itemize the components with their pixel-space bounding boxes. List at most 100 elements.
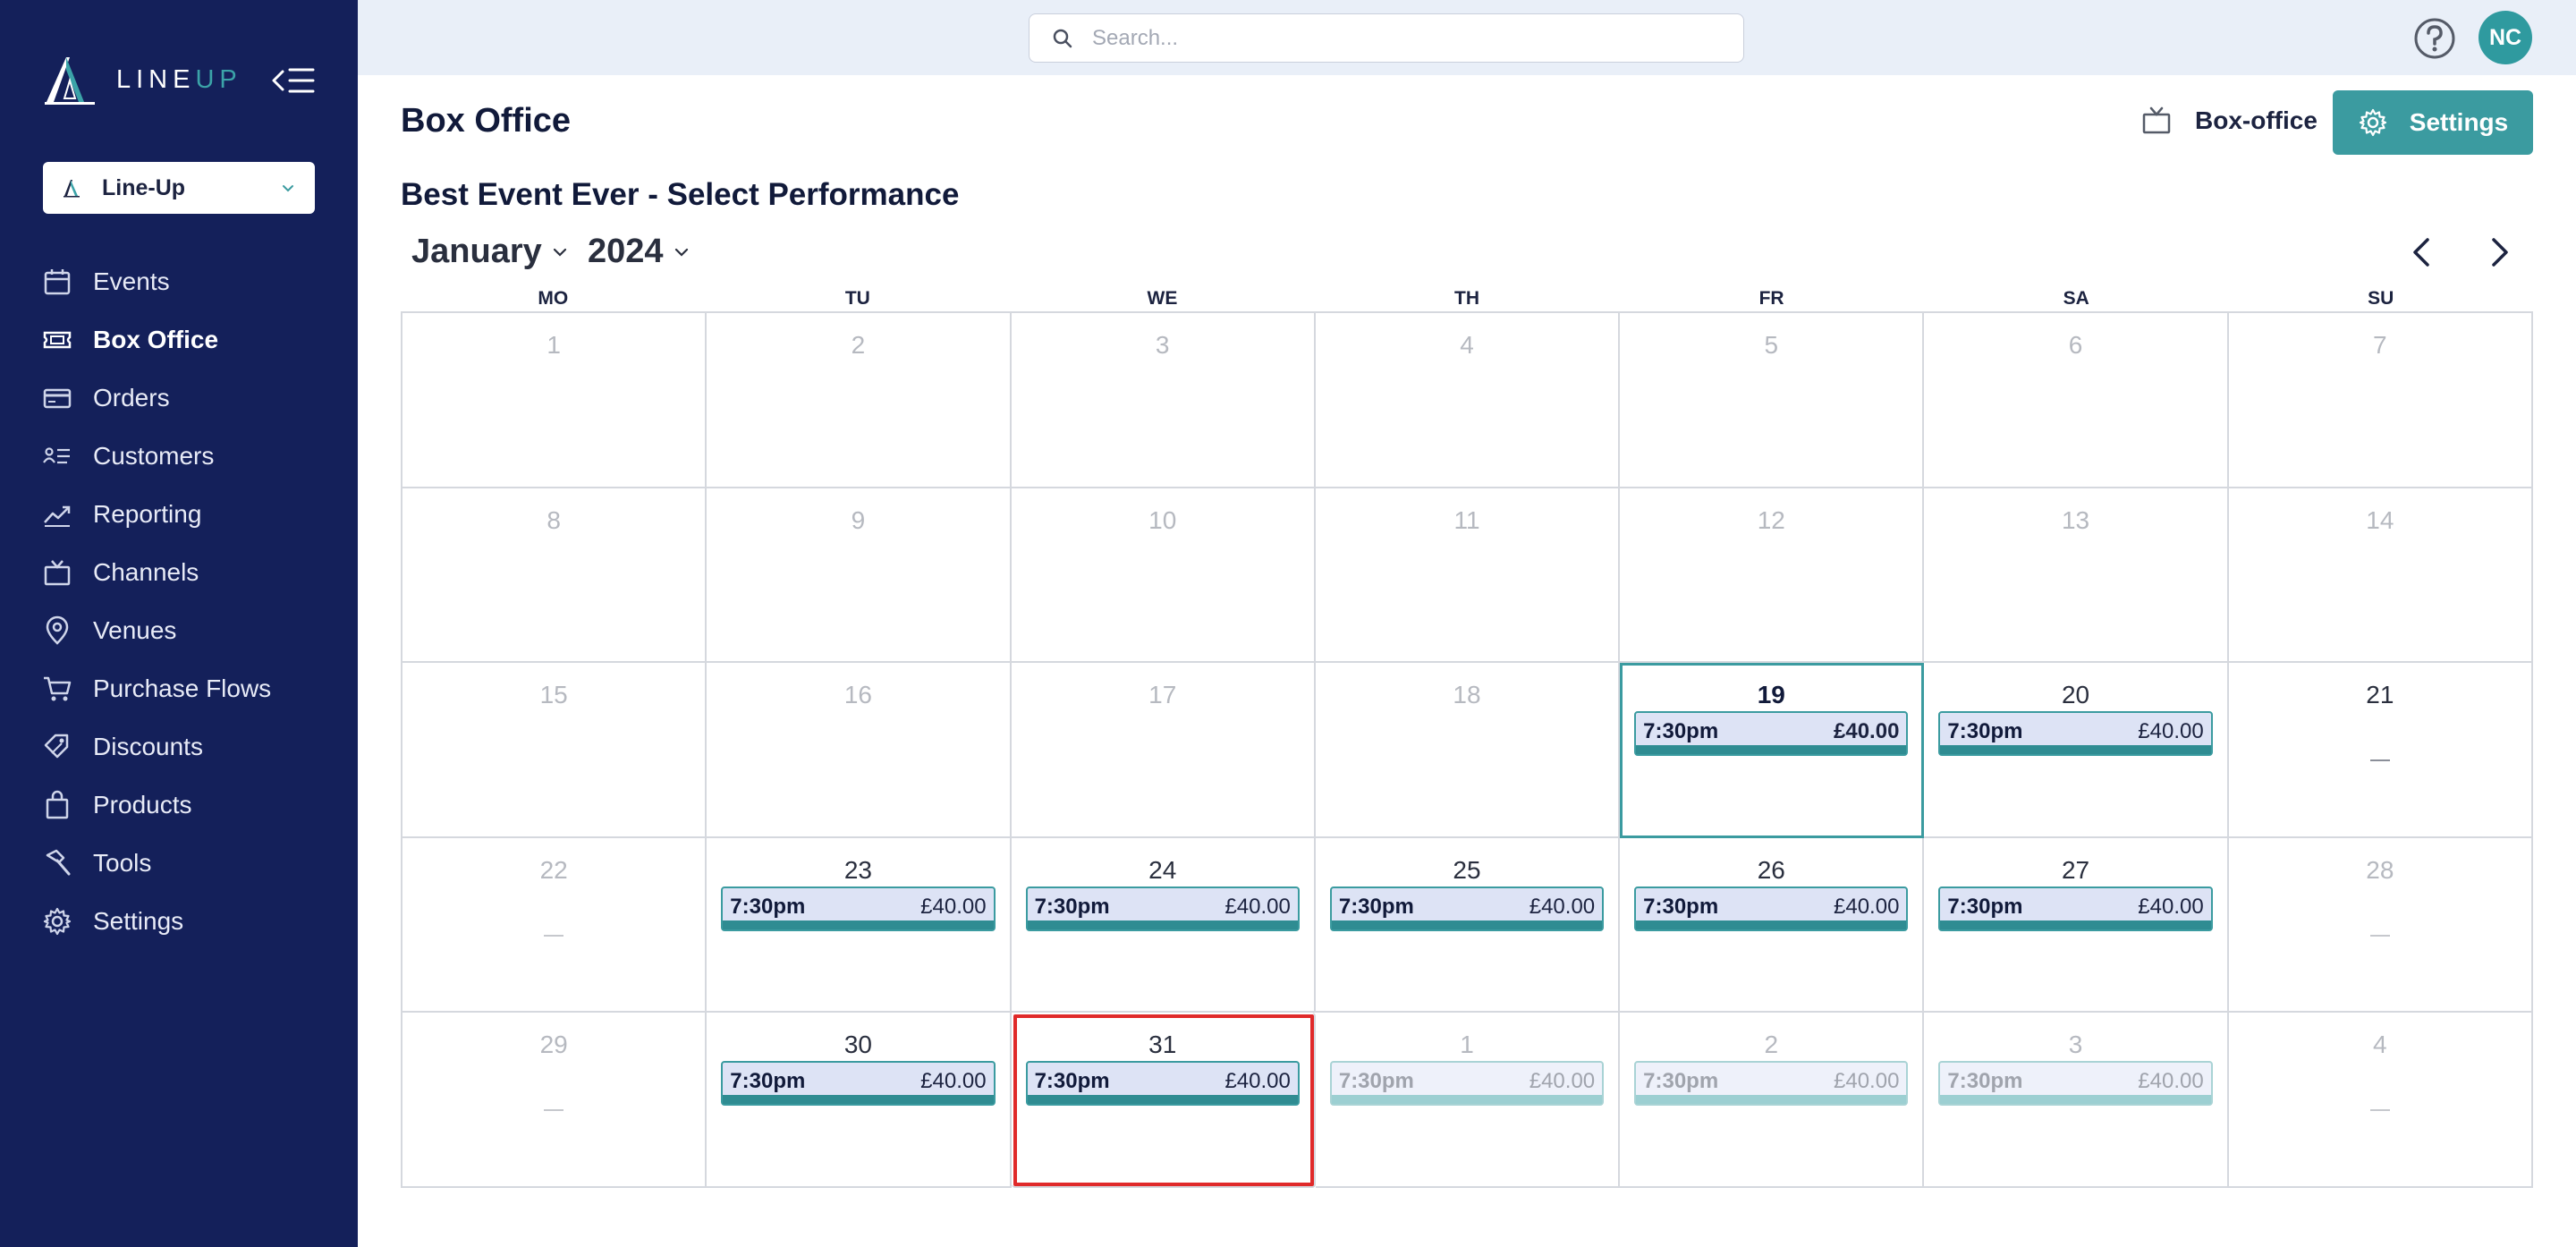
day-number: 12	[1757, 505, 1785, 534]
performance-time: 7:30pm	[1643, 719, 1719, 744]
sidebar-item-label: Purchase Flows	[93, 674, 272, 702]
calendar-day-cell: 2	[707, 313, 1012, 488]
sidebar-item-box-office[interactable]: Box Office	[0, 310, 358, 369]
performance-time: 7:30pm	[1338, 1069, 1414, 1094]
sidebar-item-customers[interactable]: Customers	[0, 427, 358, 485]
day-number: 9	[851, 505, 866, 534]
performance-slot[interactable]: 7:30pm £40.00	[1634, 1061, 1909, 1107]
calendar-day-cell[interactable]: 26 7:30pm £40.00	[1620, 837, 1925, 1014]
lineup-logo[interactable]: LINEUP	[43, 54, 242, 106]
next-month-button[interactable]	[2483, 234, 2515, 270]
weekday-label: MO	[538, 288, 569, 309]
calendar-day-cell: 29	[402, 1013, 708, 1188]
day-number: 16	[843, 681, 872, 709]
performance-price: £40.00	[920, 1069, 987, 1094]
performance-slot[interactable]: 7:30pm £40.00	[721, 1061, 996, 1107]
sidebar-item-label: Venues	[93, 615, 177, 644]
sidebar-item-reporting[interactable]: Reporting	[0, 485, 358, 543]
day-number: 31	[1148, 1031, 1177, 1059]
no-performance-dash	[544, 934, 564, 937]
performance-slot[interactable]: 7:30pm £40.00	[1025, 1061, 1300, 1107]
performance-slot[interactable]: 7:30pm £40.00	[1634, 711, 1909, 757]
day-number: 7	[2373, 331, 2387, 359]
calendar-day-cell: 12	[1620, 488, 1925, 664]
day-number: 25	[1453, 855, 1481, 884]
day-number: 2	[851, 331, 866, 359]
sidebar-item-events[interactable]: Events	[0, 252, 358, 310]
performance-price: £40.00	[1224, 894, 1291, 919]
sidebar-item-venues[interactable]: Venues	[0, 601, 358, 659]
sidebar-item-discounts[interactable]: Discounts	[0, 717, 358, 776]
search-box[interactable]	[1029, 13, 1744, 63]
calendar-day-cell: 8	[402, 488, 708, 664]
performance-slot[interactable]: 7:30pm £40.00	[1634, 886, 1909, 931]
performance-slot[interactable]: 7:30pm £40.00	[1938, 1061, 2213, 1107]
availability-bar	[1636, 1095, 1907, 1105]
availability-bar	[1940, 920, 2211, 929]
calendar-day-cell[interactable]: 30 7:30pm £40.00	[707, 1013, 1012, 1188]
day-number: 6	[2068, 331, 2083, 359]
month-select[interactable]: January	[411, 233, 569, 271]
user-avatar[interactable]: NC	[2479, 11, 2532, 64]
calendar-day-cell[interactable]: 27 7:30pm £40.00	[1924, 837, 2229, 1014]
sidebar-item-products[interactable]: Products	[0, 776, 358, 834]
performance-slot[interactable]: 7:30pm £40.00	[1938, 886, 2213, 931]
sidebar-item-tools[interactable]: Tools	[0, 834, 358, 892]
organisation-name: Line-Up	[102, 174, 186, 200]
day-number: 20	[2061, 681, 2090, 709]
calendar-day-cell[interactable]: 19 7:30pm £40.00	[1620, 663, 1925, 838]
settings-button-label: Settings	[2409, 108, 2509, 136]
calendar-day-cell[interactable]: 23 7:30pm £40.00	[707, 837, 1012, 1014]
calendar-day-cell[interactable]: 31 7:30pm £40.00	[1011, 1013, 1316, 1188]
calendar-day-cell: 22	[402, 837, 708, 1014]
ticket-icon	[41, 324, 73, 356]
year-select[interactable]: 2024	[588, 233, 691, 271]
sidebar-item-settings[interactable]: Settings	[0, 892, 358, 950]
settings-button[interactable]: Settings	[2333, 90, 2533, 155]
calendar-day-cell[interactable]: 25 7:30pm £40.00	[1315, 837, 1621, 1014]
channel-indicator[interactable]: Box-office	[2141, 106, 2318, 136]
sidebar-item-label: Box Office	[93, 325, 219, 353]
calendar-icon	[41, 266, 73, 298]
performance-slot[interactable]: 7:30pm £40.00	[1329, 886, 1605, 931]
calendar-day-cell: 4	[1315, 313, 1621, 488]
calendar-day-cell[interactable]: 24 7:30pm £40.00	[1011, 837, 1316, 1014]
sidebar-item-orders[interactable]: Orders	[0, 369, 358, 427]
day-number: 1	[547, 331, 561, 359]
day-number: 3	[1155, 331, 1170, 359]
day-number: 3	[2068, 1031, 2083, 1059]
organisation-select[interactable]: Line-Up	[43, 162, 315, 214]
sidebar-item-label: Tools	[93, 848, 152, 877]
org-logo-icon	[64, 180, 80, 198]
sidebar-item-purchase-flows[interactable]: Purchase Flows	[0, 659, 358, 717]
day-number: 4	[1460, 331, 1474, 359]
customers-icon	[41, 440, 73, 472]
calendar-day-cell[interactable]: 1 7:30pm £40.00	[1315, 1013, 1621, 1188]
calendar-day-cell[interactable]: 2 7:30pm £40.00	[1620, 1013, 1925, 1188]
performance-time: 7:30pm	[1947, 719, 2023, 744]
performance-slot[interactable]: 7:30pm £40.00	[721, 886, 996, 931]
performance-slot[interactable]: 7:30pm £40.00	[1025, 886, 1300, 931]
weekday-label: WE	[1147, 288, 1178, 309]
calendar-day-cell: 3	[1011, 313, 1316, 488]
month-value: January	[411, 233, 542, 270]
day-number: 2	[1764, 1031, 1779, 1059]
sidebar-item-label: Channels	[93, 557, 199, 586]
calendar-day-cell[interactable]: 3 7:30pm £40.00	[1924, 1013, 2229, 1188]
map-pin-icon	[41, 615, 73, 647]
availability-bar	[723, 920, 994, 929]
performance-slot[interactable]: 7:30pm £40.00	[1938, 711, 2213, 757]
performance-slot[interactable]: 7:30pm £40.00	[1329, 1061, 1605, 1107]
search-input[interactable]	[1092, 25, 1700, 51]
help-button[interactable]	[2413, 17, 2456, 60]
weekday-label: SA	[2063, 288, 2089, 309]
sidebar: LINEUP Line-Up Events Box Office Orders Cus…	[0, 0, 358, 1247]
calendar-day-cell: 10	[1011, 488, 1316, 664]
performance-price: £40.00	[2138, 719, 2204, 744]
sidebar-item-label: Reporting	[93, 499, 202, 528]
collapse-sidebar-button[interactable]	[270, 64, 317, 97]
calendar-day-cell[interactable]: 20 7:30pm £40.00	[1924, 663, 2229, 838]
performance-time: 7:30pm	[1338, 894, 1414, 919]
sidebar-item-channels[interactable]: Channels	[0, 543, 358, 601]
previous-month-button[interactable]	[2406, 234, 2438, 270]
